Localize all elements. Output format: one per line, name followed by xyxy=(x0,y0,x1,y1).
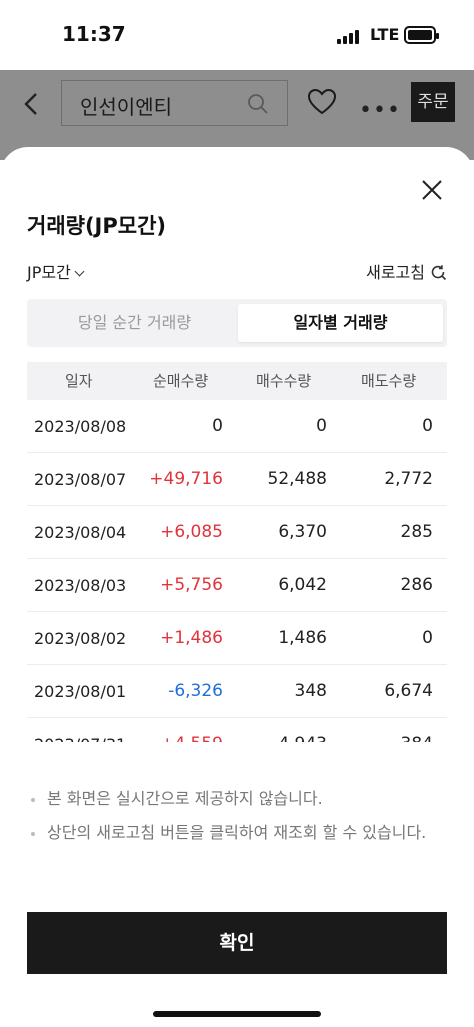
row-buy-qty: 52,488 xyxy=(267,469,327,489)
back-icon[interactable] xyxy=(20,90,44,118)
header-sell-qty: 매도수량 xyxy=(361,372,417,390)
row-date: 2023/08/04 xyxy=(34,523,127,542)
broker-dropdown[interactable]: JP모간 xyxy=(27,259,85,283)
close-icon[interactable] xyxy=(418,176,446,204)
row-net-buy: +49,716 xyxy=(149,469,223,489)
row-net-buy: +4,559 xyxy=(160,718,223,742)
row-buy-qty: 348 xyxy=(294,681,327,701)
signal-icon xyxy=(337,28,361,44)
row-date: 2023/08/02 xyxy=(34,629,127,648)
table-row: 2023/08/02 +1,486 1,486 0 xyxy=(27,612,447,665)
home-indicator xyxy=(153,1011,321,1017)
tab-bar: 당일 순간 거래량 일자별 거래량 xyxy=(27,299,447,347)
row-net-buy: +1,486 xyxy=(160,628,223,648)
row-date: 2023/08/01 xyxy=(34,682,127,701)
row-date: 2023/08/07 xyxy=(34,470,127,489)
refresh-icon xyxy=(431,265,447,281)
row-sell-qty: 286 xyxy=(400,575,433,595)
row-date: 2023/08/08 xyxy=(34,417,127,436)
heart-icon[interactable] xyxy=(307,88,337,116)
table-row: 2023/08/03 +5,756 6,042 286 xyxy=(27,559,447,612)
more-icon[interactable]: ••• xyxy=(359,98,401,123)
clock: 11:37 xyxy=(62,22,126,46)
row-net-buy: +6,085 xyxy=(160,522,223,542)
sheet-title: 거래량(JP모간) xyxy=(27,214,166,238)
notice-item: 상단의 새로고침 버튼을 클릭하여 재조회 할 수 있습니다. xyxy=(27,821,447,845)
row-date: 2023/08/03 xyxy=(34,576,127,595)
tab-daily-volume[interactable]: 일자별 거래량 xyxy=(238,304,443,342)
table-row: 2023/07/31 +4,559 4,943 384 xyxy=(27,718,447,742)
row-sell-qty: 2,772 xyxy=(384,469,433,489)
row-buy-qty: 6,370 xyxy=(278,522,327,542)
chevron-down-icon xyxy=(74,266,85,277)
tab-intraday-volume[interactable]: 당일 순간 거래량 xyxy=(32,304,237,342)
table-header: 일자 순매수량 매수수량 매도수량 xyxy=(27,362,447,400)
row-net-buy: -6,326 xyxy=(168,681,223,701)
network-label: LTE xyxy=(370,25,400,44)
trading-volume-sheet: 거래량(JP모간) JP모간 새로고침 당일 순간 거래량 일자별 거래량 일자… xyxy=(0,147,474,1027)
header-net-buy: 순매수량 xyxy=(153,372,209,390)
row-net-buy: 0 xyxy=(212,416,223,436)
row-buy-qty: 0 xyxy=(316,416,327,436)
row-sell-qty: 285 xyxy=(400,522,433,542)
row-date: 2023/07/31 xyxy=(34,718,126,742)
refresh-button[interactable]: 새로고침 xyxy=(366,259,447,283)
row-buy-qty: 6,042 xyxy=(278,575,327,595)
row-sell-qty: 384 xyxy=(401,718,433,742)
notice-item: 본 화면은 실시간으로 제공하지 않습니다. xyxy=(27,787,447,811)
refresh-label: 새로고침 xyxy=(366,263,425,282)
broker-select-label: JP모간 xyxy=(27,263,71,282)
stock-name: 인선이엔티 xyxy=(80,95,172,119)
battery-icon xyxy=(404,26,439,44)
row-sell-qty: 0 xyxy=(422,628,433,648)
table-row: 2023/08/08 0 0 0 xyxy=(27,400,447,453)
header-date: 일자 xyxy=(65,372,93,390)
search-box[interactable]: 인선이엔티 xyxy=(61,80,288,126)
header-buy-qty: 매수수량 xyxy=(256,372,312,390)
status-bar: 11:37 LTE xyxy=(0,0,474,70)
row-sell-qty: 6,674 xyxy=(384,681,433,701)
volume-table[interactable]: 일자 순매수량 매수수량 매도수량 2023/08/08 0 0 0 2023/08/0… xyxy=(27,362,447,742)
table-row: 2023/08/01 -6,326 348 6,674 xyxy=(27,665,447,718)
confirm-button[interactable]: 확인 xyxy=(27,912,447,974)
row-buy-qty: 1,486 xyxy=(278,628,327,648)
table-row: 2023/08/07 +49,716 52,488 2,772 xyxy=(27,453,447,506)
row-buy-qty: 4,943 xyxy=(278,718,327,742)
notice-list: 본 화면은 실시간으로 제공하지 않습니다. 상단의 새로고침 버튼을 클릭하여… xyxy=(27,787,447,855)
table-row: 2023/08/04 +6,085 6,370 285 xyxy=(27,506,447,559)
search-icon[interactable] xyxy=(247,93,269,115)
row-net-buy: +5,756 xyxy=(160,575,223,595)
order-button[interactable]: 주문 xyxy=(411,82,455,122)
row-sell-qty: 0 xyxy=(422,416,433,436)
